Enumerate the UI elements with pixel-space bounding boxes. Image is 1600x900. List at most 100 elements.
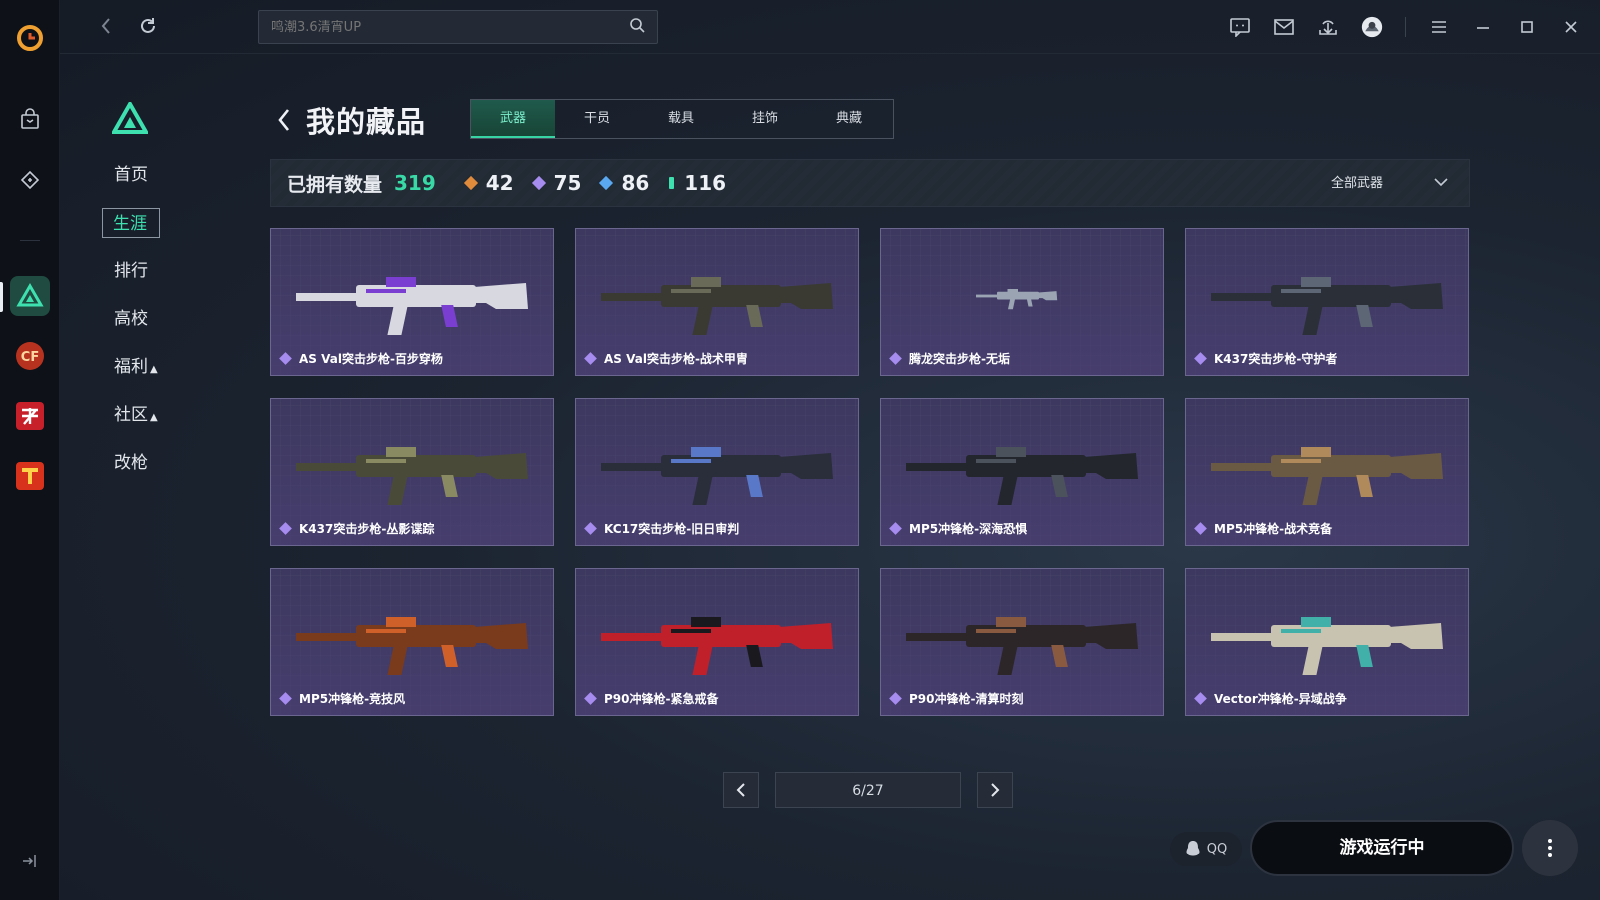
rail-divider xyxy=(20,240,40,241)
ni-game-icon[interactable] xyxy=(10,396,50,436)
chevron-left-icon xyxy=(736,783,745,797)
collapse-sidebar-icon[interactable] xyxy=(20,852,38,874)
menu-icon[interactable] xyxy=(1428,16,1450,38)
next-page-button[interactable] xyxy=(977,772,1013,808)
qq-label: QQ xyxy=(1206,841,1228,857)
nav-item-welfare-label: 福利 xyxy=(114,357,148,377)
delta-force-game-icon[interactable] xyxy=(10,276,50,316)
nav-item-community[interactable]: 社区 ▲ xyxy=(102,400,182,430)
caret-up-icon: ▲ xyxy=(150,364,158,375)
weapon-card[interactable]: K437突击步枪-丛影谍踪 xyxy=(270,398,554,546)
delta-force-logo xyxy=(110,99,150,138)
weapon-name-row: K437突击步枪-守护者 xyxy=(1194,350,1338,367)
nav-item-welfare[interactable]: 福利 ▲ xyxy=(102,352,182,382)
download-icon[interactable] xyxy=(1317,16,1339,38)
store-bag-icon[interactable] xyxy=(10,100,50,140)
weapon-card[interactable]: KC17突击步枪-旧日审判 xyxy=(575,398,859,546)
maximize-icon[interactable] xyxy=(1516,16,1538,38)
qq-button[interactable]: QQ xyxy=(1170,832,1242,866)
nav-item-home[interactable]: 首页 xyxy=(102,160,182,190)
nav-item-college[interactable]: 高校 xyxy=(102,304,182,334)
page-back-button[interactable] xyxy=(272,105,296,135)
mail-icon[interactable] xyxy=(1273,16,1295,38)
weapon-image xyxy=(1211,277,1443,335)
nav-item-gunsmith[interactable]: 改枪 xyxy=(102,448,182,478)
nav-item-career[interactable]: 生涯 xyxy=(102,208,160,238)
caret-up-icon: ▲ xyxy=(150,412,158,423)
tab-charms[interactable]: 挂饰 xyxy=(723,100,807,138)
weapon-name: MP5冲锋枪-深海恐惧 xyxy=(909,522,1028,536)
weapon-name-row: AS Val突击步枪-百步穿杨 xyxy=(279,350,443,367)
weapon-name: P90冲锋枪-清算时刻 xyxy=(909,692,1024,706)
rarity-purple-count: 75 xyxy=(531,171,581,195)
weapon-name-row: MP5冲锋枪-战术竞备 xyxy=(1194,520,1332,537)
t-game-icon[interactable] xyxy=(10,456,50,496)
weapon-filter-dropdown[interactable]: 全部武器 xyxy=(1331,172,1449,191)
page-title: 我的藏品 xyxy=(306,105,427,139)
app-rail: CF xyxy=(0,0,60,900)
rarity-gem-icon xyxy=(279,352,292,365)
rarity-gem-icon xyxy=(279,692,292,705)
more-options-button[interactable] xyxy=(1522,820,1578,876)
nav-item-ranking[interactable]: 排行 xyxy=(102,256,182,286)
weapon-card[interactable]: P90冲锋枪-清算时刻 xyxy=(880,568,1164,716)
weapon-image xyxy=(296,447,528,505)
weapon-name: 腾龙突击步枪-无垢 xyxy=(909,352,1010,366)
prev-page-button[interactable] xyxy=(723,772,759,808)
weapon-name: AS Val突击步枪-战术甲胄 xyxy=(604,352,748,366)
weapon-name: K437突击步枪-守护者 xyxy=(1214,352,1338,366)
tab-operators[interactable]: 干员 xyxy=(555,100,639,138)
back-nav-button[interactable] xyxy=(94,14,118,38)
tab-weapons[interactable]: 武器 xyxy=(471,100,555,138)
filter-label: 全部武器 xyxy=(1330,176,1383,191)
rarity-gem-icon xyxy=(584,692,597,705)
weapon-name-row: KC17突击步枪-旧日审判 xyxy=(584,520,739,537)
chat-icon[interactable] xyxy=(1229,16,1251,38)
weapon-card[interactable]: AS Val突击步枪-百步穿杨 xyxy=(270,228,554,376)
minimize-icon[interactable] xyxy=(1472,16,1494,38)
weapon-card[interactable]: AS Val突击步枪-战术甲胄 xyxy=(575,228,859,376)
left-nav: 首页 生涯 排行 高校 福利 ▲ 社区 ▲ 改枪 xyxy=(102,160,182,496)
weapon-card[interactable]: Vector冲锋枪-异域战争 xyxy=(1185,568,1469,716)
game-running-button[interactable]: 游戏运行中 xyxy=(1250,820,1514,876)
weapon-card[interactable]: MP5冲锋枪-战术竞备 xyxy=(1185,398,1469,546)
rarity-gem-icon xyxy=(279,522,292,535)
weapon-card[interactable]: P90冲锋枪-紧急戒备 xyxy=(575,568,859,716)
search-icon[interactable] xyxy=(629,17,645,37)
weapon-card[interactable]: 腾龙突击步枪-无垢 xyxy=(880,228,1164,376)
user-avatar[interactable] xyxy=(1361,16,1383,38)
weapon-name: MP5冲锋枪-竞技风 xyxy=(299,692,406,706)
weapon-name-row: MP5冲锋枪-竞技风 xyxy=(279,690,406,707)
weapon-card[interactable]: K437突击步枪-守护者 xyxy=(1185,228,1469,376)
tab-collection[interactable]: 典藏 xyxy=(807,100,891,138)
weapon-name: AS Val突击步枪-百步穿杨 xyxy=(299,352,443,366)
stats-bar: 已拥有数量 319 42 75 86 116 全部武器 xyxy=(270,159,1470,207)
weapon-image xyxy=(906,447,1138,505)
weapon-card[interactable]: MP5冲锋枪-竞技风 xyxy=(270,568,554,716)
close-icon[interactable] xyxy=(1560,16,1582,38)
pagination: 6/27 xyxy=(723,772,1013,808)
rarity-value: 42 xyxy=(485,171,514,195)
app-logo-icon[interactable] xyxy=(10,18,50,58)
svg-text:CF: CF xyxy=(21,350,39,365)
weapon-image xyxy=(296,617,528,675)
rarity-value: 116 xyxy=(684,171,727,195)
more-vertical-icon xyxy=(1548,839,1552,857)
weapon-name: P90冲锋枪-紧急戒备 xyxy=(604,692,719,706)
weapon-card[interactable]: MP5冲锋枪-深海恐惧 xyxy=(880,398,1164,546)
weapon-name: K437突击步枪-丛影谍踪 xyxy=(299,522,435,536)
rarity-value: 86 xyxy=(621,171,650,195)
rarity-gem-icon xyxy=(889,352,902,365)
tag-gamepad-icon[interactable] xyxy=(10,160,50,200)
crossfire-game-icon[interactable]: CF xyxy=(10,336,50,376)
weapon-image xyxy=(1211,447,1443,505)
tab-vehicles[interactable]: 载具 xyxy=(639,100,723,138)
weapon-name-row: Vector冲锋枪-异域战争 xyxy=(1194,690,1347,707)
page-indicator: 6/27 xyxy=(775,772,961,808)
search-box[interactable] xyxy=(258,10,658,44)
owned-count: 319 xyxy=(394,171,436,195)
refresh-button[interactable] xyxy=(136,14,160,38)
rarity-gem-icon xyxy=(889,692,902,705)
search-input[interactable] xyxy=(271,19,629,35)
weapon-name-row: P90冲锋枪-紧急戒备 xyxy=(584,690,719,707)
